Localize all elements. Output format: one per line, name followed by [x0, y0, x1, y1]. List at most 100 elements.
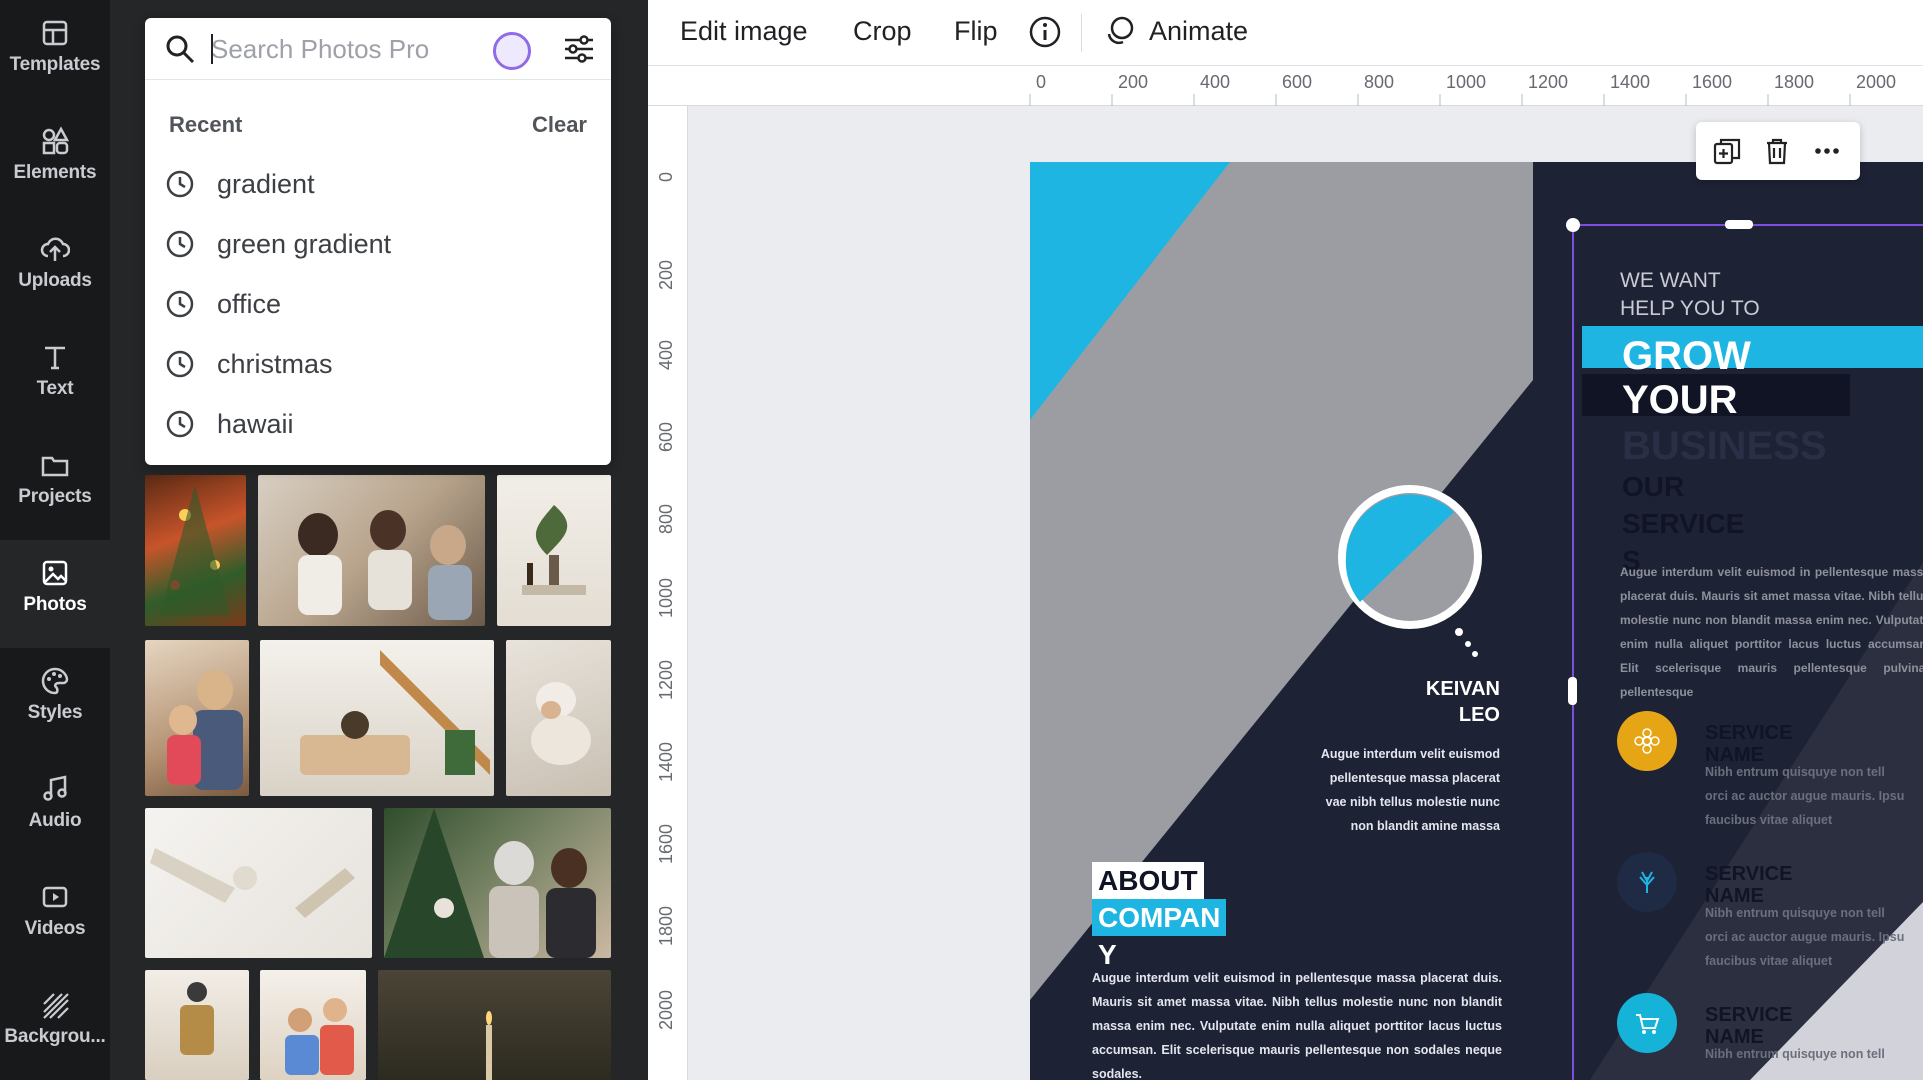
- palette-icon: [41, 667, 69, 695]
- ruler-label: 1200: [656, 659, 676, 700]
- rail-label: Backgrou...: [4, 1026, 106, 1047]
- rail-videos[interactable]: Videos: [0, 864, 110, 972]
- photos-panel: Recent Clear gradient green gradient off…: [110, 0, 648, 1080]
- rail-text[interactable]: Text: [0, 324, 110, 432]
- photo-thumb[interactable]: [145, 970, 249, 1080]
- design-about-body[interactable]: Augue interdum velit euismod in pellente…: [1092, 966, 1502, 1080]
- text-icon: [45, 346, 65, 370]
- design-services-body[interactable]: Augue interdum velit euismod in pellente…: [1620, 560, 1923, 704]
- animate-icon[interactable]: [1103, 14, 1137, 48]
- photo-thumb[interactable]: [506, 640, 611, 796]
- clock-icon: [166, 410, 194, 438]
- name-line: KEIVAN: [1425, 678, 1500, 700]
- ruler-label: 1600: [656, 823, 676, 864]
- ruler-label: 1800: [1774, 72, 1815, 92]
- design-tagline[interactable]: WE WANT HELP YOU TO: [1620, 267, 1770, 323]
- duplicate-icon[interactable]: [1712, 136, 1742, 166]
- design-person-name[interactable]: KEIVAN LEO: [1400, 676, 1500, 728]
- templates-icon: [42, 20, 68, 46]
- photo-thumb[interactable]: [260, 970, 366, 1080]
- vertical-ruler: 0 200 400 600 800 1000 1200 1400 1600 18…: [648, 106, 688, 1080]
- photo-thumb[interactable]: [497, 475, 611, 626]
- design-heading-business[interactable]: BUSINESS: [1622, 424, 1827, 469]
- photo-thumb[interactable]: [258, 475, 485, 626]
- toolbar-divider: [1081, 14, 1082, 52]
- design-about-heading[interactable]: ABOUT COMPAN Y: [1092, 862, 1227, 973]
- body-line: pellentesque massa placerat: [1329, 771, 1500, 785]
- rail-label: Photos: [23, 594, 87, 615]
- editor-toolbar: Edit image Crop Flip Animate: [648, 0, 1923, 66]
- title-line: SERVICE: [1705, 863, 1793, 885]
- rail-elements[interactable]: Elements: [0, 108, 110, 216]
- leaf-icon: [1639, 871, 1655, 893]
- uploads-icon: [40, 237, 70, 261]
- crop-button[interactable]: Crop: [853, 16, 912, 47]
- recent-search-text: green gradient: [217, 229, 392, 259]
- rail-background[interactable]: Backgrou...: [0, 972, 110, 1080]
- recent-search-item[interactable]: office: [165, 280, 585, 328]
- ruler-label: 1000: [1446, 72, 1487, 92]
- more-options-icon[interactable]: [1812, 136, 1842, 166]
- rail-uploads[interactable]: Uploads: [0, 216, 110, 324]
- body-line: orci ac auctor augue mauris. Ipsu: [1705, 930, 1905, 944]
- photo-thumb[interactable]: [378, 970, 611, 1080]
- photo-thumb[interactable]: [260, 640, 494, 796]
- clock-icon: [166, 170, 194, 198]
- ruler-label: 1400: [656, 741, 676, 782]
- body-line: Nibh entrum quisquye non tell: [1705, 765, 1885, 779]
- info-icon[interactable]: [1028, 15, 1062, 49]
- trash-icon[interactable]: [1762, 136, 1792, 166]
- figure-image: [180, 982, 214, 1055]
- photo-thumb[interactable]: [145, 640, 249, 796]
- rail-projects[interactable]: Projects: [0, 432, 110, 540]
- recent-search-text: christmas: [217, 349, 333, 379]
- ruler-label: 800: [656, 503, 676, 534]
- kids-playing-image: [285, 998, 354, 1075]
- music-icon: [43, 775, 67, 801]
- ruler-label: 600: [656, 421, 676, 452]
- ruler-label: 600: [1282, 72, 1313, 92]
- design-person-body[interactable]: Augue interdum velit euismod pellentesqu…: [1280, 742, 1500, 838]
- rail-audio[interactable]: Audio: [0, 756, 110, 864]
- christmas-tree-image: [160, 485, 230, 615]
- edit-image-button[interactable]: Edit image: [680, 16, 808, 47]
- search-input[interactable]: [211, 30, 541, 68]
- search-bar: [145, 18, 611, 80]
- design-heading-your[interactable]: YOUR: [1622, 378, 1738, 423]
- flip-button[interactable]: Flip: [954, 16, 998, 47]
- service-body: Nibh entrum quisquye non tell orci ac au…: [1705, 760, 1923, 832]
- living-room-image: [300, 650, 490, 775]
- rail-label: Styles: [27, 702, 83, 723]
- clear-recent-button[interactable]: Clear: [532, 112, 587, 138]
- photo-thumb[interactable]: [384, 808, 611, 958]
- rail-photos[interactable]: Photos: [0, 540, 110, 648]
- rail-styles[interactable]: Styles: [0, 648, 110, 756]
- ruler-label: 200: [656, 259, 676, 290]
- design-service-item[interactable]: SERVICE NAME Nibh entrum quisquye non te…: [1705, 722, 1923, 832]
- body-line: vae nibh tellus molestie nunc: [1325, 795, 1500, 809]
- animate-button[interactable]: Animate: [1149, 16, 1248, 47]
- design-heading-grow[interactable]: GROW: [1622, 334, 1751, 379]
- clock-icon: [166, 290, 194, 318]
- recent-search-item[interactable]: hawaii: [165, 400, 585, 448]
- recent-search-item[interactable]: gradient: [165, 160, 585, 208]
- service-body: Nibh entrum quisquye non tell orci ac au…: [1705, 901, 1923, 973]
- clock-icon: [166, 230, 194, 258]
- photo-thumb[interactable]: [145, 475, 246, 626]
- photo-thumb[interactable]: [145, 808, 372, 958]
- recent-search-item[interactable]: christmas: [165, 340, 585, 388]
- rail-templates[interactable]: Templates: [0, 0, 110, 108]
- plant-image: [522, 505, 586, 595]
- ruler-label: 2000: [1856, 72, 1897, 92]
- design-service-item[interactable]: SERVICE NAME Nibh entrum quisquye non te…: [1705, 1004, 1923, 1066]
- name-line: LEO: [1458, 704, 1500, 726]
- design-service-item[interactable]: SERVICE NAME Nibh entrum quisquye non te…: [1705, 863, 1923, 973]
- ruler-label: 200: [1118, 72, 1149, 92]
- body-line: Augue interdum velit euismod: [1320, 747, 1500, 761]
- rail-label: Projects: [18, 486, 92, 507]
- filter-sliders-icon[interactable]: [563, 34, 595, 64]
- recent-search-item[interactable]: green gradient: [165, 220, 585, 268]
- heading-line: ABOUT: [1092, 862, 1204, 899]
- women-christmas-image: [384, 808, 596, 958]
- design-page[interactable]: WE WANT HELP YOU TO GROW YOUR BUSINESS O…: [1030, 162, 1923, 1080]
